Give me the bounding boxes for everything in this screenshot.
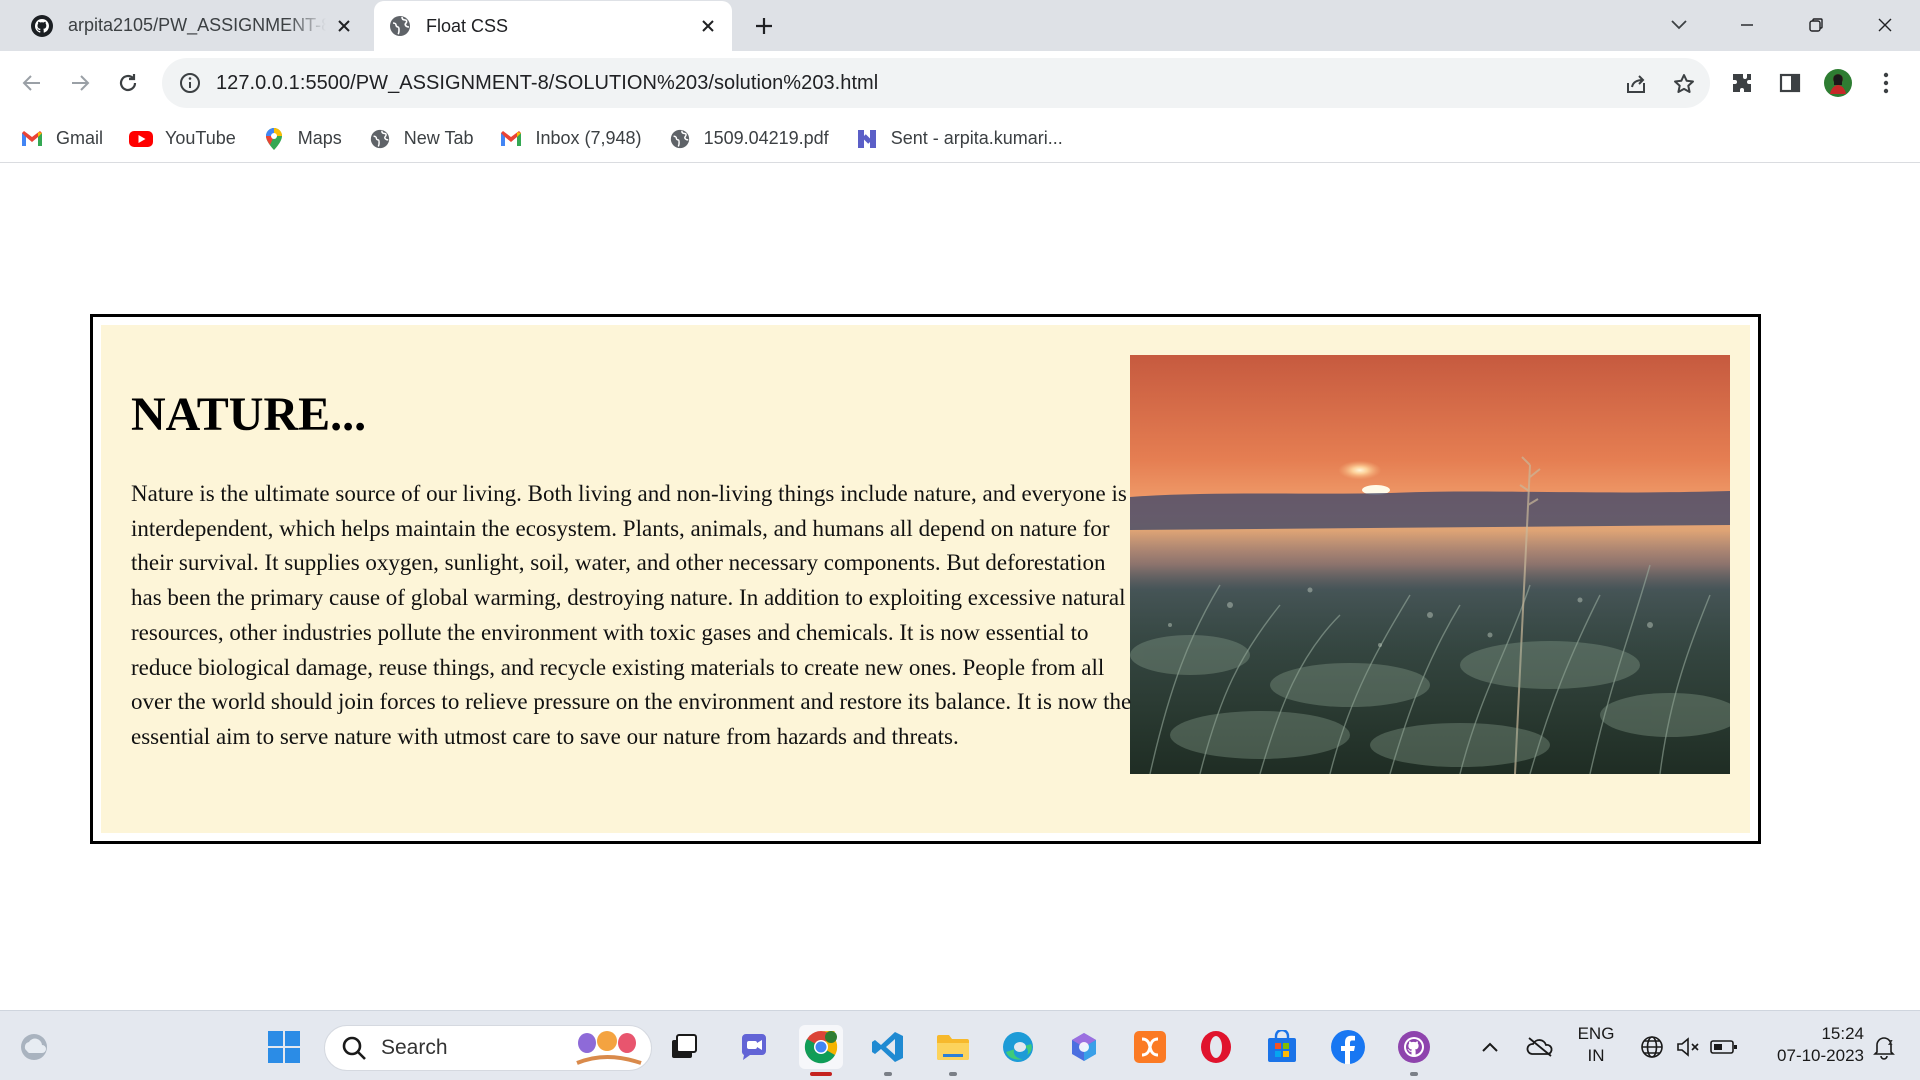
taskbar-search[interactable]: Search <box>324 1025 652 1071</box>
back-button[interactable] <box>16 67 48 99</box>
github-icon <box>30 14 54 38</box>
close-window-button[interactable] <box>1870 10 1900 40</box>
extensions-icon[interactable] <box>1726 67 1758 99</box>
bookmark-label: New Tab <box>403 128 474 148</box>
chevron-up-icon[interactable] <box>1468 1025 1512 1069</box>
xampp-icon[interactable] <box>1128 1025 1172 1069</box>
tab-float-css[interactable]: Float CSS <box>374 1 732 51</box>
bookmark-inbox[interactable]: Inbox (7,948) <box>499 127 642 151</box>
reload-button[interactable] <box>112 67 144 99</box>
bookmark-label: YouTube <box>165 128 236 148</box>
gmail-icon <box>499 127 523 151</box>
close-icon[interactable] <box>698 16 718 36</box>
tab-title: Float CSS <box>426 15 509 36</box>
bookmark-sent[interactable]: Sent - arpita.kumari... <box>855 127 1063 151</box>
maps-icon <box>262 127 286 151</box>
content-container: NATURE... Nature is the ultimate source … <box>90 314 1761 844</box>
language-region: IN <box>1587 1046 1605 1065</box>
bookmark-label: Inbox (7,948) <box>535 128 642 148</box>
active-indicator <box>810 1072 832 1076</box>
share-icon[interactable] <box>1622 70 1650 98</box>
weather-icon[interactable] <box>12 1025 56 1069</box>
windows-taskbar: Search ENG IN 15:24 07-10-2023 z <box>0 1010 1920 1080</box>
teams-icon <box>855 127 879 151</box>
svg-text:z: z <box>1888 1038 1893 1048</box>
nature-section: NATURE... Nature is the ultimate source … <box>101 325 1750 833</box>
github-desktop-icon[interactable] <box>1392 1025 1436 1076</box>
bookmark-label: 1509.04219.pdf <box>703 128 829 148</box>
hot-air-balloons-icon <box>573 1031 643 1067</box>
forward-button[interactable] <box>64 67 96 99</box>
restore-button[interactable] <box>1801 10 1831 40</box>
file-explorer-icon[interactable] <box>931 1025 975 1076</box>
profile-avatar[interactable] <box>1822 67 1854 99</box>
bookmark-new-tab[interactable]: New Tab <box>368 127 474 151</box>
bookmark-label: Sent - arpita.kumari... <box>890 128 1063 148</box>
close-icon[interactable] <box>334 16 354 36</box>
search-icon <box>341 1035 367 1061</box>
side-panel-icon[interactable] <box>1774 67 1806 99</box>
url-text: 127.0.0.1:5500/PW_ASSIGNMENT-8/SOLUTION%… <box>216 71 879 94</box>
bookmark-gmail[interactable]: Gmail <box>20 127 103 151</box>
gmail-icon <box>20 127 44 151</box>
page-viewport: NATURE... Nature is the ultimate source … <box>0 164 1920 1010</box>
language-code: ENG <box>1577 1024 1615 1043</box>
address-bar[interactable]: 127.0.0.1:5500/PW_ASSIGNMENT-8/SOLUTION%… <box>162 58 1710 108</box>
facebook-icon[interactable] <box>1326 1025 1370 1069</box>
language-indicator[interactable]: ENG IN <box>1574 1023 1618 1067</box>
battery-icon[interactable] <box>1702 1025 1746 1069</box>
globe-icon <box>368 127 392 151</box>
sunset-field-image <box>1130 355 1730 774</box>
edge-icon[interactable] <box>996 1025 1040 1069</box>
chrome-icon[interactable] <box>799 1025 843 1076</box>
tab-github[interactable]: arpita2105/PW_ASSIGNMENT-8 <box>2 0 368 51</box>
clock-time: 15:24 <box>1821 1024 1864 1043</box>
onedrive-offline-icon[interactable] <box>1518 1025 1562 1069</box>
globe-icon <box>388 14 412 38</box>
bookmark-label: Maps <box>297 128 342 148</box>
task-view-icon[interactable] <box>662 1025 706 1069</box>
search-label: Search <box>381 1036 448 1059</box>
youtube-icon <box>129 127 154 151</box>
bookmarks-bar: Gmail YouTube Maps New Tab Inbox (7,948)… <box>0 115 1920 163</box>
notifications-icon[interactable]: z <box>1862 1025 1906 1069</box>
nature-paragraph: Nature is the ultimate source of our liv… <box>131 481 1132 749</box>
star-icon[interactable] <box>1670 70 1698 98</box>
info-icon[interactable] <box>178 71 202 95</box>
new-tab-button[interactable] <box>750 12 778 40</box>
bookmark-maps[interactable]: Maps <box>262 127 342 151</box>
microsoft-store-icon[interactable] <box>1260 1025 1304 1069</box>
page-title: NATURE... <box>131 388 367 441</box>
menu-icon[interactable] <box>1870 67 1902 99</box>
tab-title: arpita2105/PW_ASSIGNMENT-8 <box>68 15 326 35</box>
vscode-icon[interactable] <box>866 1025 910 1076</box>
windows-start-icon[interactable] <box>262 1025 306 1069</box>
minimize-button[interactable] <box>1732 10 1762 40</box>
running-indicator <box>1410 1072 1418 1076</box>
bookmark-youtube[interactable]: YouTube <box>129 127 236 151</box>
bookmark-label: Gmail <box>56 128 104 148</box>
opera-icon[interactable] <box>1194 1025 1238 1069</box>
running-indicator <box>884 1072 892 1076</box>
clock[interactable]: 15:24 07-10-2023 <box>1754 1023 1864 1067</box>
bookmark-pdf[interactable]: 1509.04219.pdf <box>668 127 829 151</box>
copilot-icon[interactable] <box>1062 1025 1106 1069</box>
clock-date: 07-10-2023 <box>1777 1046 1864 1065</box>
tab-search-button[interactable] <box>1664 10 1694 40</box>
globe-icon <box>668 127 692 151</box>
tab-strip: arpita2105/PW_ASSIGNMENT-8 Float CSS <box>0 0 1920 51</box>
running-indicator <box>949 1072 957 1076</box>
chat-icon[interactable] <box>732 1025 776 1069</box>
browser-toolbar: 127.0.0.1:5500/PW_ASSIGNMENT-8/SOLUTION%… <box>0 51 1920 115</box>
